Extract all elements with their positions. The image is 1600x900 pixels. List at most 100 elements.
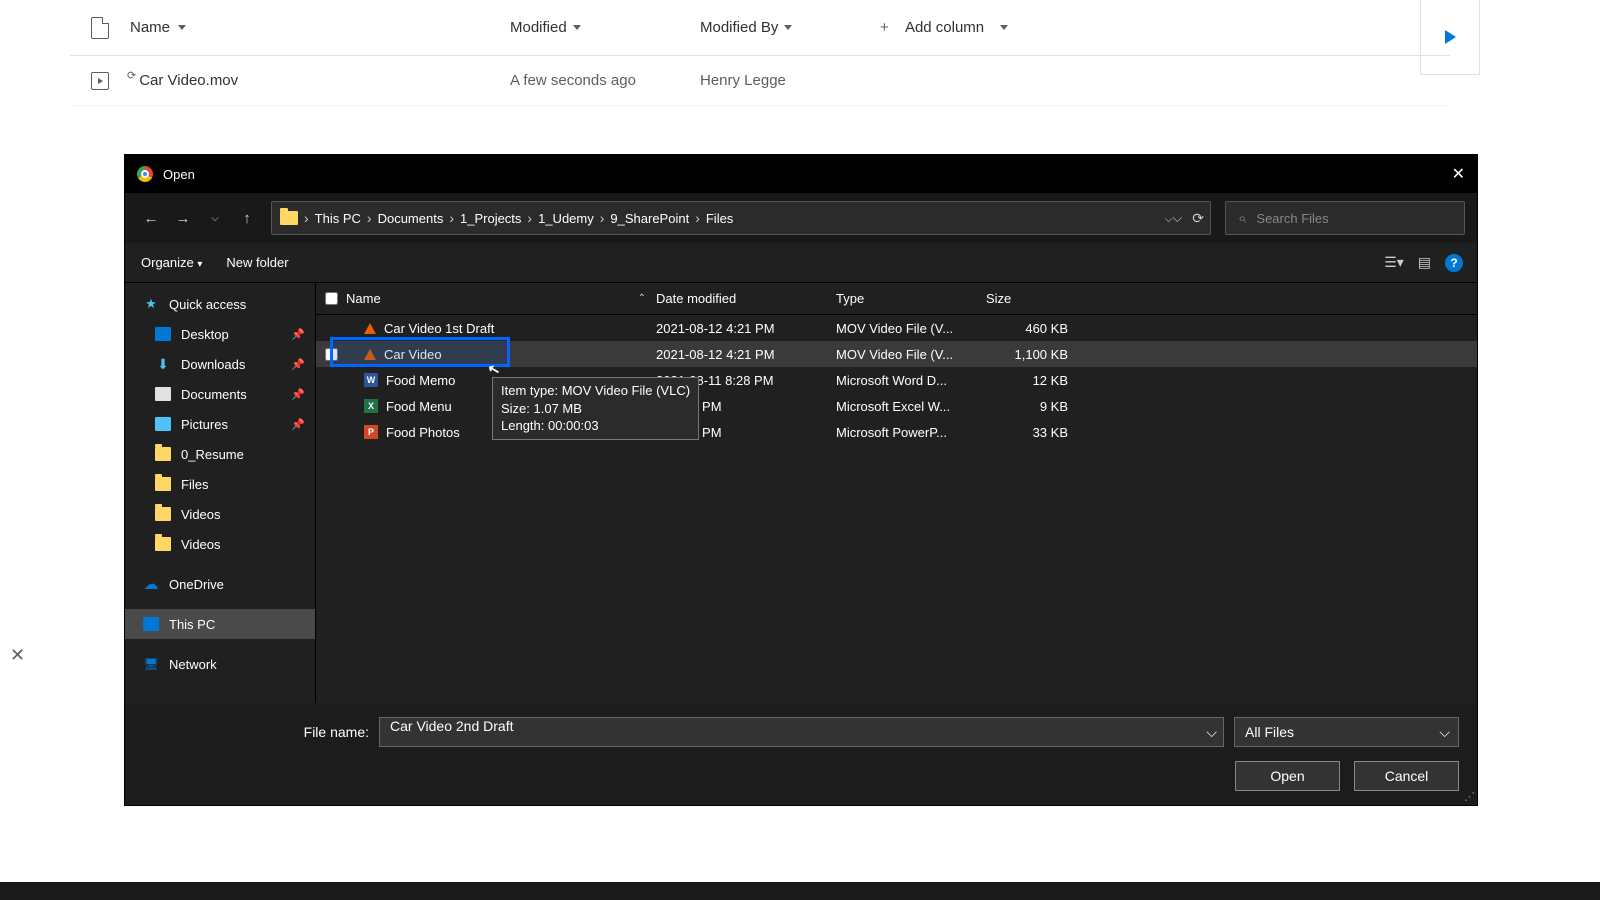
chevron-down-icon	[573, 25, 581, 30]
help-button[interactable]: ?	[1445, 254, 1463, 272]
cancel-button[interactable]: Cancel	[1354, 761, 1459, 791]
close-panel-button[interactable]: ✕	[10, 645, 25, 666]
dialog-footer: File name: Car Video 2nd Draft⌵ All File…	[125, 703, 1477, 805]
sidebar-documents[interactable]: Documents📌	[125, 379, 315, 409]
vlc-icon	[364, 323, 376, 334]
sidebar-onedrive[interactable]: OneDrive	[125, 569, 315, 599]
column-type[interactable]: Type	[836, 291, 986, 306]
breadcrumb[interactable]: This PC Documents 1_Projects 1_Udemy 9_S…	[271, 201, 1211, 235]
document-icon	[155, 387, 171, 401]
star-icon	[143, 297, 159, 311]
desktop-icon	[155, 327, 171, 341]
breadcrumb-item[interactable]: 1_Udemy	[538, 211, 594, 226]
folder-icon	[155, 507, 171, 521]
open-button[interactable]: Open	[1235, 761, 1340, 791]
sidebar-pictures[interactable]: Pictures📌	[125, 409, 315, 439]
search-input[interactable]: Search Files	[1225, 201, 1465, 235]
column-date[interactable]: Date modified	[656, 291, 836, 306]
up-button[interactable]	[233, 204, 261, 232]
chevron-down-icon: ⌵	[1439, 724, 1450, 741]
sidebar-network[interactable]: Network	[125, 649, 315, 679]
titlebar: Open ✕	[125, 155, 1477, 193]
folder-icon	[155, 537, 171, 551]
powerpoint-icon	[364, 425, 378, 439]
file-row[interactable]: Car Video 1st Draft 2021-08-12 4:21 PM M…	[316, 315, 1477, 341]
file-row[interactable]: ⟳Car Video.mov A few seconds ago Henry L…	[70, 56, 1450, 106]
preview-pane-button[interactable]: ▤	[1418, 254, 1431, 271]
video-file-icon	[91, 72, 109, 90]
word-icon	[364, 373, 378, 387]
network-icon	[143, 657, 159, 671]
resize-grip[interactable]: ⋰	[1464, 790, 1475, 803]
row-checkbox[interactable]	[325, 348, 338, 361]
sidebar-this-pc[interactable]: This PC	[125, 609, 315, 639]
back-button[interactable]	[137, 204, 165, 232]
nav-row: This PC Documents 1_Projects 1_Udemy 9_S…	[125, 193, 1477, 243]
sync-icon: ⟳	[127, 70, 136, 82]
sharepoint-column-headers: Name Modified Modified By + Add column	[70, 0, 1450, 56]
breadcrumb-item[interactable]: Files	[706, 211, 733, 226]
chevron-down-icon	[178, 25, 186, 30]
sidebar-downloads[interactable]: Downloads📌	[125, 349, 315, 379]
pc-icon	[143, 617, 159, 631]
pin-icon: 📌	[291, 328, 305, 341]
file-row[interactable]: Food Memo 2021-08-11 8:28 PM Microsoft W…	[316, 367, 1477, 393]
vlc-icon	[364, 349, 376, 360]
close-button[interactable]: ✕	[1452, 164, 1465, 184]
sharepoint-list: Name Modified Modified By + Add column ⟳…	[70, 0, 1450, 106]
sidebar-quick-access[interactable]: Quick access	[125, 289, 315, 319]
breadcrumb-item[interactable]: Documents	[378, 211, 444, 226]
column-modified-by[interactable]: Modified By	[700, 19, 880, 36]
history-dropdown[interactable]	[201, 204, 229, 232]
forward-button[interactable]	[169, 204, 197, 232]
column-modified[interactable]: Modified	[510, 19, 700, 36]
select-all-checkbox[interactable]	[325, 292, 338, 305]
sidebar-files[interactable]: Files	[125, 469, 315, 499]
file-icon	[91, 17, 109, 39]
file-row[interactable]: Food Photos 11 8:29 PM Microsoft PowerP.…	[316, 419, 1477, 445]
pin-icon: 📌	[291, 418, 305, 431]
chevron-down-icon	[1000, 25, 1008, 30]
search-icon	[1238, 210, 1246, 227]
column-name[interactable]: Name⌃	[346, 291, 656, 306]
pin-icon: 📌	[291, 388, 305, 401]
new-folder-button[interactable]: New folder	[226, 255, 288, 270]
filename-label: File name:	[304, 724, 369, 740]
view-options-button[interactable]: ☰▾	[1384, 254, 1404, 271]
file-modified-by: Henry Legge	[700, 72, 880, 89]
file-row[interactable]: Food Menu 11 8:29 PM Microsoft Excel W..…	[316, 393, 1477, 419]
chevron-down-icon[interactable]: ⌵	[1206, 724, 1217, 741]
filename-input[interactable]: Car Video 2nd Draft⌵	[379, 717, 1224, 747]
sidebar-resume[interactable]: 0_Resume	[125, 439, 315, 469]
column-size[interactable]: Size	[986, 291, 1076, 306]
organize-button[interactable]: Organize ▾	[141, 255, 202, 270]
breadcrumb-item[interactable]: 1_Projects	[460, 211, 521, 226]
toolbar: Organize ▾ New folder ☰▾ ▤ ?	[125, 243, 1477, 283]
folder-icon	[155, 477, 171, 491]
file-tooltip: Item type: MOV Video File (VLC) Size: 1.…	[492, 377, 699, 440]
column-headers: Name⌃ Date modified Type Size	[316, 283, 1477, 315]
file-open-dialog: Open ✕ This PC Documents 1_Projects 1_Ud…	[125, 155, 1477, 805]
folder-icon	[280, 211, 298, 225]
taskbar[interactable]	[0, 882, 1600, 900]
play-button[interactable]	[1420, 0, 1480, 75]
pictures-icon	[155, 417, 171, 431]
sidebar-desktop[interactable]: Desktop📌	[125, 319, 315, 349]
column-name[interactable]: Name	[130, 19, 510, 36]
sidebar-videos[interactable]: Videos	[125, 499, 315, 529]
folder-icon	[155, 447, 171, 461]
add-column-button[interactable]: + Add column	[880, 19, 1008, 36]
refresh-button[interactable]	[1192, 210, 1204, 227]
breadcrumb-item[interactable]: This PC	[315, 211, 361, 226]
file-filter-dropdown[interactable]: All Files⌵	[1234, 717, 1459, 747]
sidebar: Quick access Desktop📌 Downloads📌 Documen…	[125, 283, 315, 703]
chrome-icon	[137, 166, 153, 182]
file-row[interactable]: Car Video 2021-08-12 4:21 PM MOV Video F…	[316, 341, 1477, 367]
excel-icon	[364, 399, 378, 413]
play-icon	[1445, 30, 1456, 44]
sidebar-videos[interactable]: Videos	[125, 529, 315, 559]
breadcrumb-item[interactable]: 9_SharePoint	[610, 211, 689, 226]
chevron-down-icon[interactable]: ⌵	[1165, 210, 1182, 226]
pin-icon: 📌	[291, 358, 305, 371]
chevron-down-icon	[784, 25, 792, 30]
